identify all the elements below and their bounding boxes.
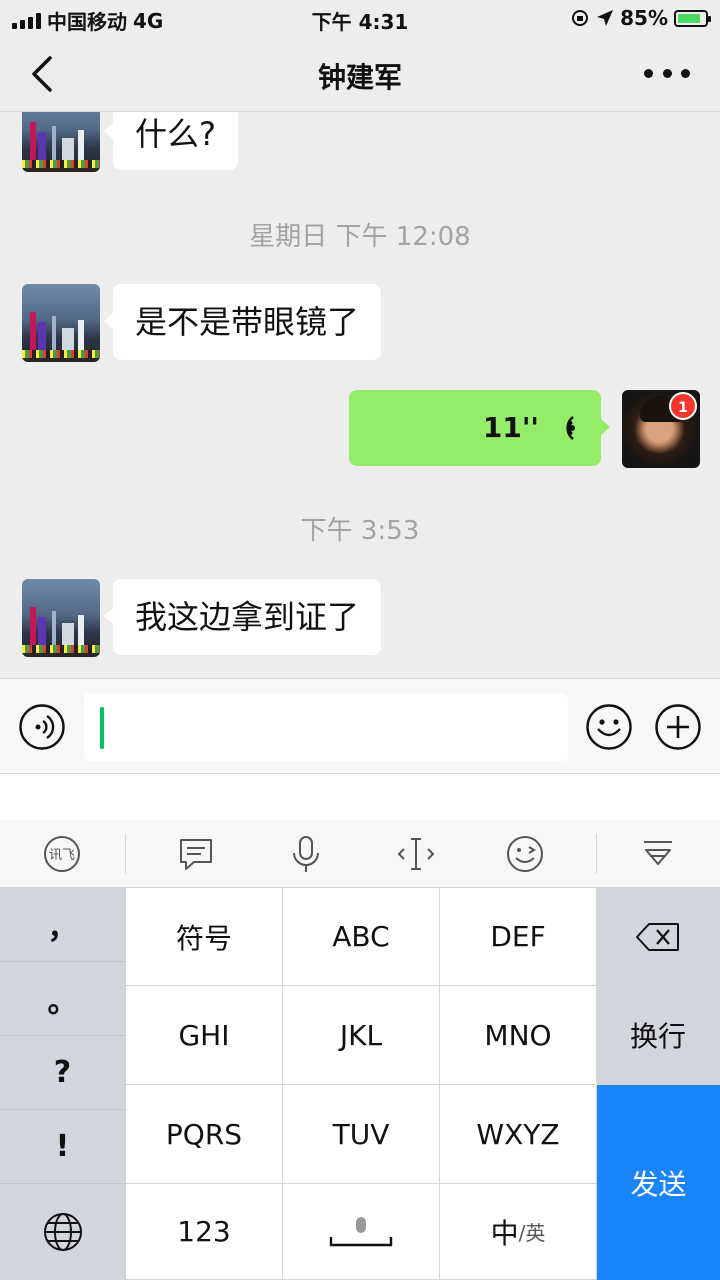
message-input[interactable] <box>84 693 568 761</box>
message-bubble[interactable]: 什么? <box>104 112 238 170</box>
emoji-icon[interactable] <box>585 703 633 751</box>
key-label: ? <box>53 1055 72 1090</box>
key-space[interactable] <box>283 1184 440 1280</box>
key-newline[interactable]: 换行 <box>597 986 720 1085</box>
chat-header: 钟建军 <box>0 34 720 112</box>
key-tuv[interactable]: TUV <box>283 1085 440 1184</box>
orientation-lock-icon <box>572 10 589 26</box>
xunfei-logo-icon[interactable]: 讯飞 <box>42 834 82 874</box>
message-icon[interactable] <box>176 834 216 874</box>
key-label: 中 <box>490 1216 519 1250</box>
key-language-switch[interactable]: 中/英 <box>440 1184 597 1280</box>
t9-keyboard: ， 。 ? ! 符号 ABC DEF GHI JKL MNO PQRS TUV <box>0 888 720 1280</box>
key-question[interactable]: ? <box>0 1036 126 1110</box>
microphone-icon[interactable] <box>286 834 326 874</box>
contact-avatar[interactable] <box>22 284 100 362</box>
key-label: MNO <box>484 1018 552 1052</box>
key-label: ! <box>55 1129 70 1164</box>
voice-wave-icon <box>566 415 575 441</box>
key-sublabel: /英 <box>518 1221 546 1245</box>
send-button[interactable]: 发送 <box>597 1085 720 1280</box>
key-symbols[interactable]: 符号 <box>126 888 283 986</box>
key-pqrs[interactable]: PQRS <box>126 1085 283 1184</box>
unread-badge: 1 <box>669 392 697 420</box>
key-ghi[interactable]: GHI <box>126 986 283 1085</box>
contact-avatar[interactable] <box>22 112 100 172</box>
ellipsis-icon[interactable] <box>644 60 690 86</box>
message-text: 是不是带眼镜了 <box>135 303 360 341</box>
space-mic-icon <box>329 1216 393 1246</box>
message-list[interactable]: 什么? 星期日 下午 12:08 是不是带眼镜了 11'' 1 下午 3:53 … <box>0 112 720 678</box>
key-label: WXYZ <box>476 1117 560 1151</box>
key-label: PQRS <box>165 1117 243 1151</box>
key-label: ABC <box>332 920 390 953</box>
key-exclamation[interactable]: ! <box>0 1110 126 1184</box>
emoji-wink-icon[interactable] <box>505 834 545 874</box>
key-label: 发送 <box>630 1167 687 1201</box>
key-numbers[interactable]: 123 <box>126 1184 283 1280</box>
key-label: DEF <box>490 920 546 953</box>
globe-icon <box>43 1212 82 1251</box>
cursor-icon[interactable] <box>396 834 436 874</box>
battery-icon <box>674 9 711 27</box>
key-label: JKL <box>339 1018 383 1052</box>
chat-title: 钟建军 <box>317 61 402 94</box>
key-label: 符号 <box>175 921 232 955</box>
globe-key[interactable] <box>0 1184 126 1280</box>
key-period[interactable]: 。 <box>0 962 126 1036</box>
key-jkl[interactable]: JKL <box>283 986 440 1085</box>
key-def[interactable]: DEF <box>440 888 597 986</box>
key-label: GHI <box>178 1018 230 1052</box>
key-label: 。 <box>47 984 78 1020</box>
message-text: 什么? <box>135 115 216 153</box>
key-wxyz[interactable]: WXYZ <box>440 1085 597 1184</box>
svg-text:讯飞: 讯飞 <box>49 848 75 863</box>
message-bubble[interactable]: 是不是带眼镜了 <box>103 284 382 360</box>
battery-percent: 85% <box>620 6 668 30</box>
plus-icon[interactable] <box>654 703 702 751</box>
message-bubble[interactable]: 我这边拿到证了 <box>103 579 382 655</box>
status-right: 85% <box>570 6 711 30</box>
backspace-icon <box>636 922 679 951</box>
status-bar: 中国移动 4G 下午 4:31 85% <box>0 0 720 34</box>
input-bar <box>0 678 720 774</box>
key-label: TUV <box>332 1117 390 1151</box>
voice-duration: 11'' <box>482 411 539 444</box>
key-abc[interactable]: ABC <box>283 888 440 986</box>
battery-fill <box>678 13 701 23</box>
toolbar-separator <box>125 834 126 874</box>
voice-input-icon[interactable] <box>18 703 66 751</box>
key-label: 123 <box>177 1215 231 1248</box>
toolbar-separator <box>596 834 597 874</box>
input-spacer <box>0 774 720 820</box>
message-timestamp: 星期日 下午 12:08 <box>249 222 471 252</box>
key-label: ， <box>47 910 78 946</box>
key-backspace[interactable] <box>597 888 720 986</box>
location-arrow-icon <box>597 10 614 26</box>
key-label: 换行 <box>629 1020 686 1053</box>
keyboard-toolbar: 讯飞 <box>0 820 720 888</box>
contact-avatar[interactable] <box>22 579 100 657</box>
message-text: 我这边拿到证了 <box>135 598 360 636</box>
key-mno[interactable]: MNO <box>440 986 597 1085</box>
key-comma[interactable]: ， <box>0 888 126 962</box>
text-cursor <box>100 707 104 749</box>
message-timestamp: 下午 3:53 <box>300 516 420 546</box>
collapse-keyboard-icon[interactable] <box>638 834 678 874</box>
voice-message-bubble[interactable]: 11'' <box>349 390 610 466</box>
